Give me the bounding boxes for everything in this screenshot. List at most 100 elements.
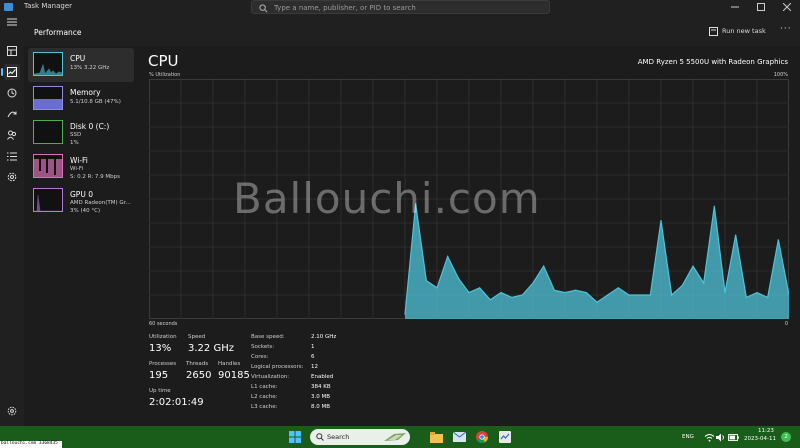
clock-date[interactable]: 2023-04-11 bbox=[744, 436, 776, 442]
battery-icon bbox=[727, 433, 739, 441]
performance-icon bbox=[7, 67, 17, 77]
cpu-usage-point bbox=[479, 287, 481, 289]
maximize-button[interactable] bbox=[748, 0, 774, 14]
processes-label: Processes bbox=[149, 361, 177, 367]
sidebar-item-disk[interactable]: Disk 0 (C:) SSD 1% bbox=[28, 116, 134, 150]
cpu-usage-point bbox=[543, 265, 545, 267]
cpu-usage-point bbox=[575, 289, 577, 291]
startup-apps-icon bbox=[7, 111, 17, 118]
disk-thumbnail-graph bbox=[33, 120, 63, 144]
info-label: Cores: bbox=[251, 354, 269, 360]
minimize-button[interactable] bbox=[722, 0, 748, 14]
taskbar-chrome[interactable] bbox=[474, 429, 490, 445]
cpu-usage-point bbox=[553, 289, 555, 291]
language-indicator[interactable]: ENG bbox=[682, 434, 694, 440]
gpu-thumbnail-graph bbox=[33, 188, 63, 212]
search-input[interactable] bbox=[274, 2, 544, 13]
taskbar-mail[interactable] bbox=[451, 429, 467, 445]
info-label: Virtualization: bbox=[251, 374, 290, 380]
cpu-usage-point bbox=[735, 234, 737, 236]
cpu-usage-point bbox=[756, 292, 758, 294]
info-label: Logical processors: bbox=[251, 364, 304, 370]
info-value: 384 KB bbox=[311, 384, 331, 390]
cpu-usage-point bbox=[777, 239, 779, 241]
settings-icon bbox=[7, 406, 17, 416]
source-badge: ballouchi.com 3368435 bbox=[0, 441, 62, 448]
info-value: Enabled bbox=[311, 374, 334, 380]
sidebar-item-label: Wi-Fi bbox=[70, 156, 88, 165]
nav-users[interactable] bbox=[4, 127, 20, 143]
info-value: 6 bbox=[311, 354, 315, 360]
cpu-usage-point bbox=[468, 292, 470, 294]
app-history-icon bbox=[7, 88, 17, 98]
sidebar-item-wifi[interactable]: Wi-Fi Wi-Fi S: 0.2 R: 7.9 Mbps bbox=[28, 150, 134, 184]
info-label: Sockets: bbox=[251, 344, 275, 350]
more-options-button[interactable]: ··· bbox=[780, 24, 792, 34]
close-button[interactable] bbox=[774, 0, 800, 14]
sidebar-item-detail: 5.1/10.8 GB (47%) bbox=[70, 99, 121, 105]
cpu-usage-point bbox=[511, 296, 513, 298]
search-icon bbox=[316, 433, 324, 441]
graph-y-label: % Utilization bbox=[149, 72, 181, 78]
folder-icon bbox=[429, 431, 443, 443]
sidebar-item-detail: S: 0.2 R: 7.9 Mbps bbox=[70, 174, 120, 180]
sidebar-item-cpu[interactable]: CPU 13% 3.22 GHz bbox=[28, 48, 134, 82]
graph-x-min-label: 0 bbox=[784, 321, 788, 327]
graph-x-label: 60 seconds bbox=[149, 321, 178, 327]
run-new-task-button[interactable]: Run new task bbox=[709, 24, 766, 38]
uptime-label: Up time bbox=[149, 388, 171, 394]
taskbar-task-manager[interactable] bbox=[497, 429, 513, 445]
resource-list: CPU 13% 3.22 GHz Memory 5.1/10.8 GB (47%… bbox=[24, 46, 138, 426]
sidebar-item-detail: Wi-Fi bbox=[70, 166, 84, 172]
hamburger-button[interactable] bbox=[4, 14, 20, 30]
nav-processes[interactable] bbox=[4, 43, 20, 59]
start-button[interactable] bbox=[287, 429, 303, 445]
search-icon bbox=[259, 4, 268, 13]
nav-details[interactable] bbox=[4, 148, 20, 164]
processes-icon bbox=[7, 46, 17, 56]
sidebar-item-memory[interactable]: Memory 5.1/10.8 GB (47%) bbox=[28, 82, 134, 116]
info-value: 1 bbox=[311, 344, 315, 350]
utilization-label: Utilization bbox=[149, 334, 177, 340]
search-highlight-icon bbox=[384, 433, 406, 441]
taskbar-search[interactable]: Search bbox=[310, 429, 410, 445]
handles-label: Handles bbox=[218, 361, 241, 367]
sidebar-item-label: Memory bbox=[70, 88, 101, 97]
speed-value: 3.22 GHz bbox=[188, 343, 234, 354]
search-box[interactable] bbox=[251, 0, 550, 14]
sidebar-item-gpu[interactable]: GPU 0 AMD Radeon(TM) Gr... 3% (40 °C) bbox=[28, 184, 134, 218]
users-icon bbox=[7, 130, 17, 140]
window-title: Task Manager bbox=[24, 2, 73, 10]
info-value: 2.10 GHz bbox=[311, 334, 337, 340]
source-badge-text: ballouchi.com 3368435 bbox=[1, 441, 58, 446]
nav-startup-apps[interactable] bbox=[4, 106, 20, 122]
sidebar-item-detail: 3% (40 °C) bbox=[70, 208, 101, 214]
cpu-usage-point bbox=[745, 296, 747, 298]
battery-tray-button[interactable] bbox=[725, 429, 741, 445]
sidebar-item-detail: SSD bbox=[70, 132, 82, 138]
cpu-usage-point bbox=[425, 280, 427, 282]
nav-app-history[interactable] bbox=[4, 85, 20, 101]
nav-settings[interactable] bbox=[4, 403, 20, 419]
clock-time[interactable]: 11:23 bbox=[758, 428, 774, 434]
info-label: L3 cache: bbox=[251, 404, 278, 410]
notification-badge[interactable]: 2 bbox=[781, 432, 791, 442]
cpu-usage-point bbox=[436, 287, 438, 289]
cpu-usage-point bbox=[628, 294, 630, 296]
nav-performance[interactable] bbox=[1, 64, 20, 80]
cpu-usage-point bbox=[585, 292, 587, 294]
task-manager-icon bbox=[4, 3, 13, 11]
page-title: Performance bbox=[34, 28, 82, 37]
cpu-usage-point bbox=[703, 282, 705, 284]
sidebar-item-detail: 13% 3.22 GHz bbox=[70, 65, 110, 71]
services-icon bbox=[7, 172, 17, 182]
sidebar-item-label: Disk 0 (C:) bbox=[70, 122, 110, 131]
nav-services[interactable] bbox=[4, 169, 20, 185]
info-label: L2 cache: bbox=[251, 394, 278, 400]
title-bar: Task Manager bbox=[0, 0, 800, 14]
cpu-usage-point bbox=[564, 292, 566, 294]
taskbar-file-explorer[interactable] bbox=[428, 429, 444, 445]
cpu-usage-point bbox=[521, 294, 523, 296]
uptime-value: 2:02:01:49 bbox=[149, 397, 204, 408]
chrome-icon bbox=[476, 431, 488, 443]
